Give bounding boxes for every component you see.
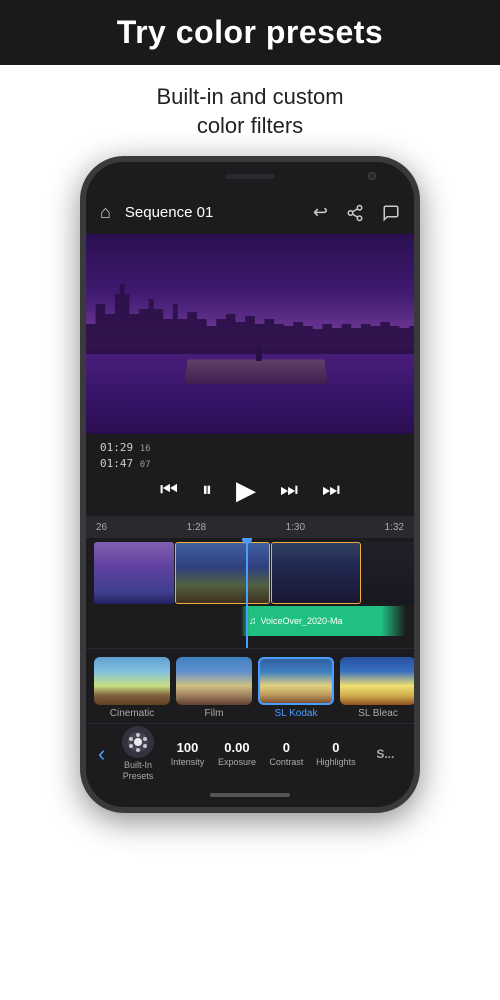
presets-section: Cinematic Film SL Kodak SL Bleac — [86, 648, 414, 723]
video-overlay — [86, 234, 414, 434]
phone-speaker — [225, 174, 275, 179]
phone-camera — [368, 172, 376, 180]
preset-sl-kodak-thumb — [258, 657, 334, 705]
intensity-value: 100 — [177, 740, 199, 755]
app-bar: ⌂ Sequence 01 ↩ — [86, 190, 414, 234]
preset-sl-bleach-thumb — [340, 657, 414, 705]
phone-top-bar — [86, 162, 414, 190]
intensity-label: Intensity — [171, 757, 205, 768]
preset-film[interactable]: Film — [176, 657, 252, 719]
timecode: 01:29 16 01:47 07 — [100, 440, 400, 471]
preset-sl-bleach-label: SL Bleac — [358, 708, 398, 719]
audio-track: ♫ VoiceOver_2020-Ma — [241, 606, 406, 636]
highlights-value: 0 — [332, 740, 339, 755]
video-track — [86, 542, 414, 604]
ruler-marks: 26 1:28 1:30 1:32 — [96, 522, 404, 533]
header-banner: Try color presets — [0, 0, 500, 65]
presets-row: Cinematic Film SL Kodak SL Bleac — [86, 657, 414, 719]
preset-film-thumb — [176, 657, 252, 705]
app-bar-icons: ↩ — [313, 202, 400, 223]
skip-to-start-button[interactable]: ⏮ — [160, 479, 178, 502]
built-in-presets-label: Built-InPresets — [123, 760, 154, 782]
preset-sl-bleach[interactable]: SL Bleac — [340, 657, 414, 719]
transport-area: 01:29 16 01:47 07 ⏮ ⏸ ▶ ⏭ ⏭ — [86, 434, 414, 516]
toolbar-exposure[interactable]: 0.00 Exposure — [212, 740, 261, 768]
home-icon[interactable]: ⌂ — [100, 202, 111, 223]
track-clip-4[interactable] — [362, 542, 414, 604]
transport-controls: ⏮ ⏸ ▶ ⏭ ⏭ — [100, 471, 400, 510]
track-clip-2[interactable] — [175, 542, 270, 604]
preset-cinematic-thumb — [94, 657, 170, 705]
preset-film-label: Film — [205, 708, 224, 719]
timeline-playhead — [246, 538, 248, 648]
bottom-toolbar: ‹ Built-InPresets — [86, 723, 414, 783]
built-in-presets-icon — [122, 726, 154, 758]
toolbar-highlights[interactable]: 0 Highlights — [311, 740, 360, 768]
timeline-ruler: 26 1:28 1:30 1:32 — [86, 516, 414, 538]
playhead-line — [246, 538, 248, 648]
toolbar-shadows[interactable]: S... — [361, 747, 410, 761]
preset-sl-kodak-label: SL Kodak — [275, 708, 318, 719]
ruler-mark-2: 1:30 — [286, 522, 305, 533]
phone-frame: ⌂ Sequence 01 ↩ — [80, 156, 420, 813]
exposure-label: Exposure — [218, 757, 256, 768]
ruler-mark-1: 1:28 — [187, 522, 206, 533]
phone-wrapper: ⌂ Sequence 01 ↩ — [0, 156, 500, 813]
video-preview — [86, 234, 414, 434]
toolbar-contrast[interactable]: 0 Contrast — [262, 740, 311, 768]
audio-track-label: VoiceOver_2020-Ma — [261, 616, 343, 626]
play-button[interactable]: ▶ — [236, 475, 256, 506]
sequence-title: Sequence 01 — [121, 204, 303, 221]
track-clip-3[interactable] — [271, 542, 361, 604]
ruler-mark-3: 1:32 — [385, 522, 404, 533]
skip-to-end-button[interactable]: ⏭ — [322, 479, 340, 502]
chat-icon[interactable] — [382, 202, 400, 223]
preset-cinematic-label: Cinematic — [110, 708, 154, 719]
share-icon[interactable] — [346, 202, 364, 223]
exposure-value: 0.00 — [224, 740, 249, 755]
audio-note-icon: ♫ — [249, 616, 257, 627]
toolbar-built-in-presets[interactable]: Built-InPresets — [113, 726, 162, 782]
pause-button[interactable]: ⏸ — [202, 479, 212, 502]
shadows-value: S... — [376, 747, 394, 761]
phone-bottom-bar — [86, 783, 414, 807]
subtitle: Built-in and custom color filters — [0, 65, 500, 156]
preset-cinematic[interactable]: Cinematic — [94, 657, 170, 719]
contrast-label: Contrast — [269, 757, 303, 768]
preset-sl-kodak[interactable]: SL Kodak — [258, 657, 334, 719]
back-button[interactable]: ‹ — [90, 741, 113, 767]
timeline-area[interactable]: ♫ VoiceOver_2020-Ma — [86, 538, 414, 648]
home-indicator — [210, 793, 290, 797]
ruler-mark-0: 26 — [96, 522, 107, 533]
undo-icon[interactable]: ↩ — [313, 202, 328, 223]
highlights-label: Highlights — [316, 757, 356, 768]
track-clip-1[interactable] — [94, 542, 174, 604]
contrast-value: 0 — [283, 740, 290, 755]
presets-icon-svg — [127, 731, 149, 753]
banner-title: Try color presets — [20, 14, 480, 51]
toolbar-intensity[interactable]: 100 Intensity — [163, 740, 212, 768]
frame-forward-button[interactable]: ⏭ — [280, 479, 298, 502]
